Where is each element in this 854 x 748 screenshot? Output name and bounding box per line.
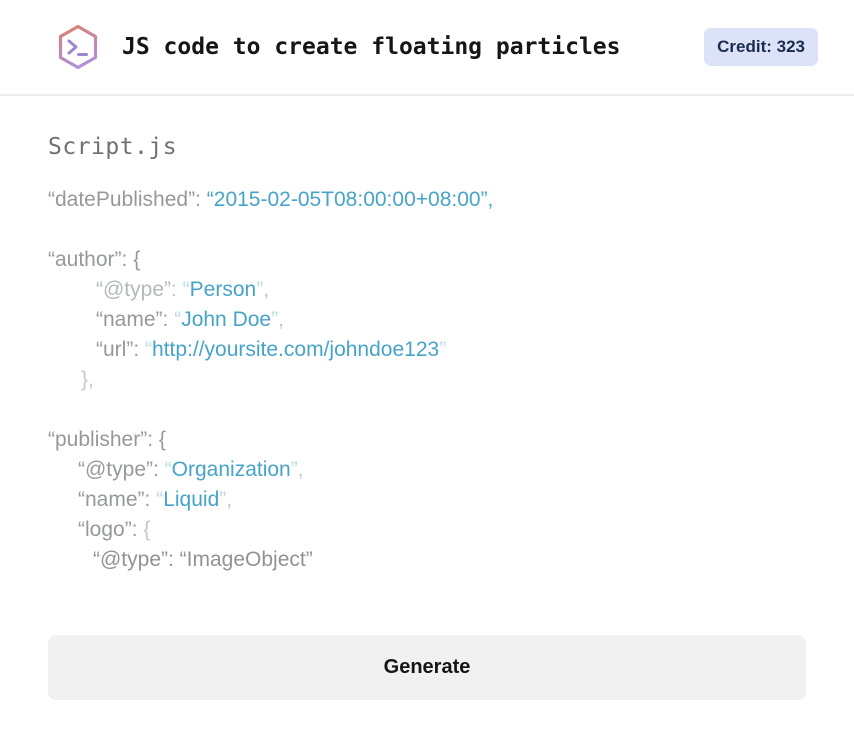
code-segment: : xyxy=(171,278,183,301)
code-segment: , xyxy=(297,458,304,481)
code-line: “logo”: { xyxy=(48,515,806,545)
code-segment: : xyxy=(153,458,165,481)
code-line: “@type”: “Person”, xyxy=(48,275,806,305)
main-content: Script.js “datePublished”: “2015-02-05T0… xyxy=(0,96,854,700)
code-segment: Organization xyxy=(171,458,291,481)
code-segment: http://yoursite.com/johndoe123 xyxy=(152,338,440,361)
code-segment: : { xyxy=(121,248,141,271)
code-segment: : xyxy=(144,488,157,511)
code-segment: ” xyxy=(439,338,447,361)
code-segment: “logo” xyxy=(78,518,132,541)
code-segment: : xyxy=(131,518,144,541)
code-line: “publisher”: { xyxy=(48,425,806,455)
code-segment: “name” xyxy=(96,308,163,331)
code-segment: “ xyxy=(164,458,172,481)
code-line: “name”: “Liquid”, xyxy=(48,485,806,515)
code-segment: John Doe xyxy=(181,308,272,331)
code-line: “name”: “John Doe”, xyxy=(48,305,806,335)
code-block: “datePublished”: “2015-02-05T08:00:00+08… xyxy=(48,185,806,575)
code-segment: : xyxy=(162,308,175,331)
code-segment: ” xyxy=(290,458,298,481)
code-line: “url”: “http://yoursite.com/johndoe123” xyxy=(48,335,806,365)
code-segment: “ xyxy=(182,278,190,301)
code-line: “datePublished”: “2015-02-05T08:00:00+08… xyxy=(48,185,806,215)
code-segment: “publisher” xyxy=(48,428,148,451)
code-line: “author”: { xyxy=(48,245,806,275)
generate-button[interactable]: Generate xyxy=(48,635,806,700)
terminal-hexagon-icon xyxy=(58,24,98,70)
code-segment: “@type” xyxy=(78,458,153,481)
credit-badge: Credit: 323 xyxy=(704,28,818,66)
code-segment: , xyxy=(278,308,284,331)
code-segment: “2015-02-05T08:00:00+08:00”, xyxy=(206,188,494,211)
code-segment: : { xyxy=(147,428,166,451)
code-segment: “author” xyxy=(48,248,122,271)
code-segment: Person xyxy=(189,278,257,301)
code-segment: “name” xyxy=(78,488,145,511)
code-segment: : xyxy=(133,338,145,361)
code-segment: , xyxy=(226,488,233,511)
code-segment: “datePublished” xyxy=(48,188,196,211)
code-segment: “ xyxy=(145,338,152,361)
code-segment: Liquid xyxy=(163,488,220,511)
code-line: }, xyxy=(48,365,806,395)
code-segment: }, xyxy=(81,368,94,391)
code-segment: , xyxy=(263,278,270,301)
script-filename: Script.js xyxy=(48,134,178,160)
code-line: “@type”: “ImageObject” xyxy=(48,545,806,575)
app-header: JS code to create floating particles Cre… xyxy=(0,0,854,96)
code-segment: “@type”: “ImageObject” xyxy=(93,548,313,571)
page-title: JS code to create floating particles xyxy=(122,34,621,60)
code-segment: { xyxy=(143,518,151,541)
code-line: “@type”: “Organization”, xyxy=(48,455,806,485)
code-segment: “@type” xyxy=(96,278,171,301)
code-segment: “url” xyxy=(96,338,134,361)
code-segment: : xyxy=(195,188,207,211)
